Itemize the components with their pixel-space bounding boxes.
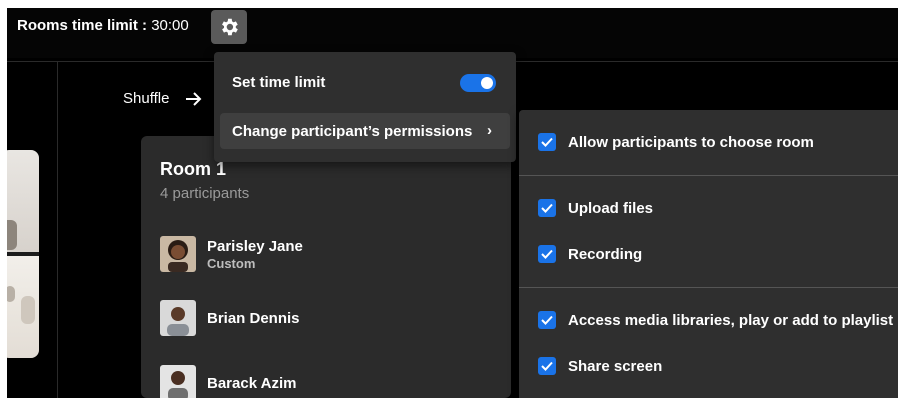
check-icon bbox=[541, 203, 553, 213]
checkbox[interactable] bbox=[538, 133, 556, 151]
menu-item-change-permissions[interactable]: Change participant’s permissions › bbox=[220, 113, 510, 149]
video-thumbnail[interactable] bbox=[7, 256, 39, 358]
participant-name: Barack Azim bbox=[207, 374, 297, 392]
check-icon bbox=[541, 249, 553, 259]
sidebar-divider bbox=[57, 61, 58, 398]
time-limit-toggle[interactable] bbox=[460, 74, 496, 92]
chevron-right-icon: › bbox=[487, 122, 492, 139]
permissions-submenu: Allow participants to choose room Upload… bbox=[519, 110, 898, 398]
check-icon bbox=[541, 137, 553, 147]
breakout-rooms-window: Rooms time limit : 30:00 Shuffle Room 1 … bbox=[7, 8, 898, 398]
permission-label: Access media libraries, play or add to p… bbox=[568, 311, 894, 329]
toggle-knob bbox=[481, 77, 493, 89]
top-bar: Rooms time limit : 30:00 bbox=[7, 8, 898, 58]
participant-item[interactable]: Barack Azim bbox=[160, 365, 297, 398]
permission-item-recording[interactable]: Recording bbox=[538, 245, 642, 263]
separator bbox=[519, 175, 898, 176]
checkbox[interactable] bbox=[538, 245, 556, 263]
permission-label: Upload files bbox=[568, 199, 654, 217]
checkbox[interactable] bbox=[538, 311, 556, 329]
checkbox[interactable] bbox=[538, 357, 556, 375]
permission-item-upload-files[interactable]: Upload files bbox=[538, 199, 653, 217]
time-limit-label: Rooms time limit : bbox=[17, 17, 148, 34]
check-icon bbox=[541, 315, 553, 325]
permission-item-choose-room[interactable]: Allow participants to choose room bbox=[538, 133, 814, 151]
permission-label: Share screen bbox=[568, 357, 663, 375]
settings-button[interactable] bbox=[211, 10, 247, 44]
participant-count: 4 participants bbox=[160, 185, 250, 202]
avatar bbox=[160, 300, 196, 336]
avatar bbox=[160, 365, 196, 398]
avatar bbox=[160, 236, 196, 272]
room-title: Room 1 bbox=[160, 159, 227, 179]
menu-item-label: Set time limit bbox=[232, 73, 326, 91]
participant-item[interactable]: Brian Dennis bbox=[160, 300, 300, 336]
check-icon bbox=[541, 361, 553, 371]
video-thumbnails bbox=[7, 150, 39, 358]
settings-menu: Set time limit Change participant’s perm… bbox=[214, 52, 516, 162]
participant-role: Custom bbox=[207, 255, 256, 271]
permission-label: Recording bbox=[568, 245, 643, 263]
participant-item[interactable]: Parisley Jane Custom bbox=[160, 236, 303, 272]
menu-item-set-time-limit[interactable]: Set time limit bbox=[220, 64, 510, 100]
menu-item-label: Change participant’s permissions bbox=[232, 122, 473, 140]
rooms-time-limit: Rooms time limit : 30:00 bbox=[17, 17, 189, 34]
permission-label: Allow participants to choose room bbox=[568, 133, 814, 151]
permission-item-media-libraries[interactable]: Access media libraries, play or add to p… bbox=[538, 311, 893, 329]
checkbox[interactable] bbox=[538, 199, 556, 217]
shuffle-button[interactable]: Shuffle bbox=[123, 90, 203, 107]
video-thumbnail[interactable] bbox=[7, 150, 39, 252]
participant-name: Parisley Jane bbox=[207, 237, 303, 255]
participant-name: Brian Dennis bbox=[207, 309, 300, 327]
shuffle-label: Shuffle bbox=[123, 90, 170, 107]
gear-icon bbox=[222, 18, 238, 36]
permission-item-share-screen[interactable]: Share screen bbox=[538, 357, 662, 375]
arrow-right-icon bbox=[186, 91, 202, 106]
room-card: Room 1 4 participants Parisley Jane Cust… bbox=[141, 136, 511, 398]
separator bbox=[519, 287, 898, 288]
time-limit-value: 30:00 bbox=[151, 17, 189, 34]
